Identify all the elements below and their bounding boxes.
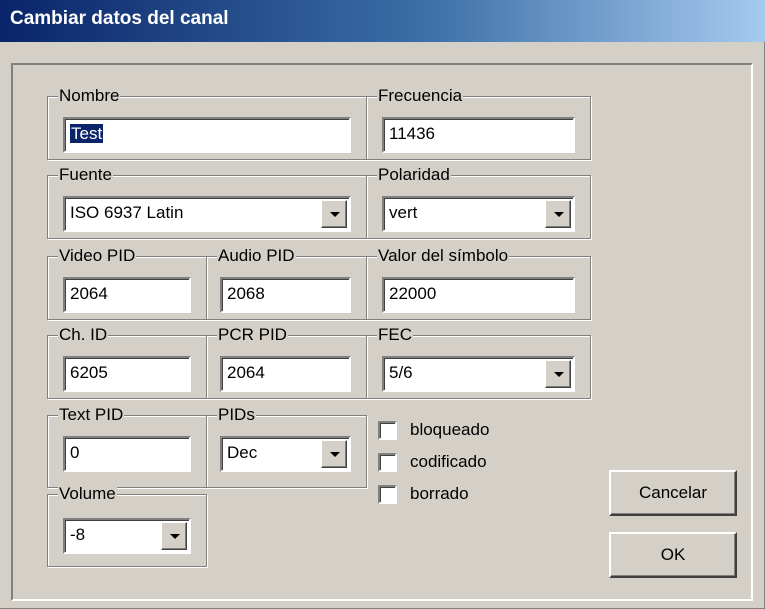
fuente-dropdown-arrow-icon[interactable]	[321, 200, 347, 228]
checkbox-borrado-label: borrado	[410, 484, 469, 503]
polaridad-value: vert	[389, 203, 418, 222]
ch-id-field[interactable]: 6205	[63, 356, 191, 392]
checkbox-codificado-label: codificado	[410, 452, 487, 471]
label-pcr-pid: PCR PID	[217, 325, 288, 345]
checkbox-codificado-box[interactable]	[378, 452, 397, 472]
fec-dropdown-arrow-icon[interactable]	[545, 360, 571, 388]
label-text-pid: Text PID	[58, 405, 125, 425]
nombre-field[interactable]: Test	[63, 117, 351, 153]
volume-select[interactable]: -8	[63, 518, 191, 554]
label-fec: FEC	[377, 325, 413, 345]
label-ch-id: Ch. ID	[58, 325, 109, 345]
label-audio-pid: Audio PID	[217, 246, 296, 266]
audio-pid-field[interactable]: 2068	[220, 277, 351, 313]
label-fuente: Fuente	[58, 165, 113, 185]
window-title: Cambiar datos del canal	[10, 8, 229, 29]
fec-select[interactable]: 5/6	[382, 356, 575, 392]
checkbox-bloqueado[interactable]: bloqueado	[378, 420, 489, 440]
checkbox-bloqueado-box[interactable]	[378, 420, 397, 440]
checkbox-borrado[interactable]: borrado	[378, 484, 469, 504]
pids-select[interactable]: Dec	[220, 436, 351, 472]
nombre-value: Test	[68, 123, 105, 144]
polaridad-dropdown-arrow-icon[interactable]	[545, 200, 571, 228]
checkbox-borrado-box[interactable]	[378, 484, 397, 504]
label-frecuencia: Frecuencia	[377, 86, 464, 106]
volume-dropdown-arrow-icon[interactable]	[161, 522, 187, 550]
polaridad-select[interactable]: vert	[382, 196, 575, 232]
label-polaridad: Polaridad	[377, 165, 451, 185]
fuente-select[interactable]: ISO 6937 Latin	[63, 196, 351, 232]
volume-value: -8	[70, 525, 86, 544]
pids-value: Dec	[227, 443, 258, 462]
video-pid-field[interactable]: 2064	[63, 277, 191, 313]
cancel-button[interactable]: Cancelar	[609, 470, 737, 516]
pcr-pid-field[interactable]: 2064	[220, 356, 351, 392]
fuente-value: ISO 6937 Latin	[70, 203, 184, 222]
checkbox-bloqueado-label: bloqueado	[410, 420, 490, 439]
label-valor-simbolo: Valor del símbolo	[377, 246, 510, 266]
pids-dropdown-arrow-icon[interactable]	[321, 440, 347, 468]
label-volume: Volume	[58, 484, 117, 504]
title-bar[interactable]: Cambiar datos del canal	[0, 0, 765, 42]
valor-simbolo-field[interactable]: 22000	[382, 277, 575, 313]
ok-button[interactable]: OK	[609, 532, 737, 578]
checkbox-codificado[interactable]: codificado	[378, 452, 487, 472]
label-video-pid: Video PID	[58, 246, 137, 266]
frecuencia-field[interactable]: 11436	[382, 117, 575, 153]
dialog-window: Cambiar datos del canal Nombre Test Frec…	[0, 0, 765, 609]
text-pid-field[interactable]: 0	[63, 436, 191, 472]
label-nombre: Nombre	[58, 86, 121, 106]
fec-value: 5/6	[389, 363, 413, 382]
label-pids: PIDs	[217, 405, 256, 425]
